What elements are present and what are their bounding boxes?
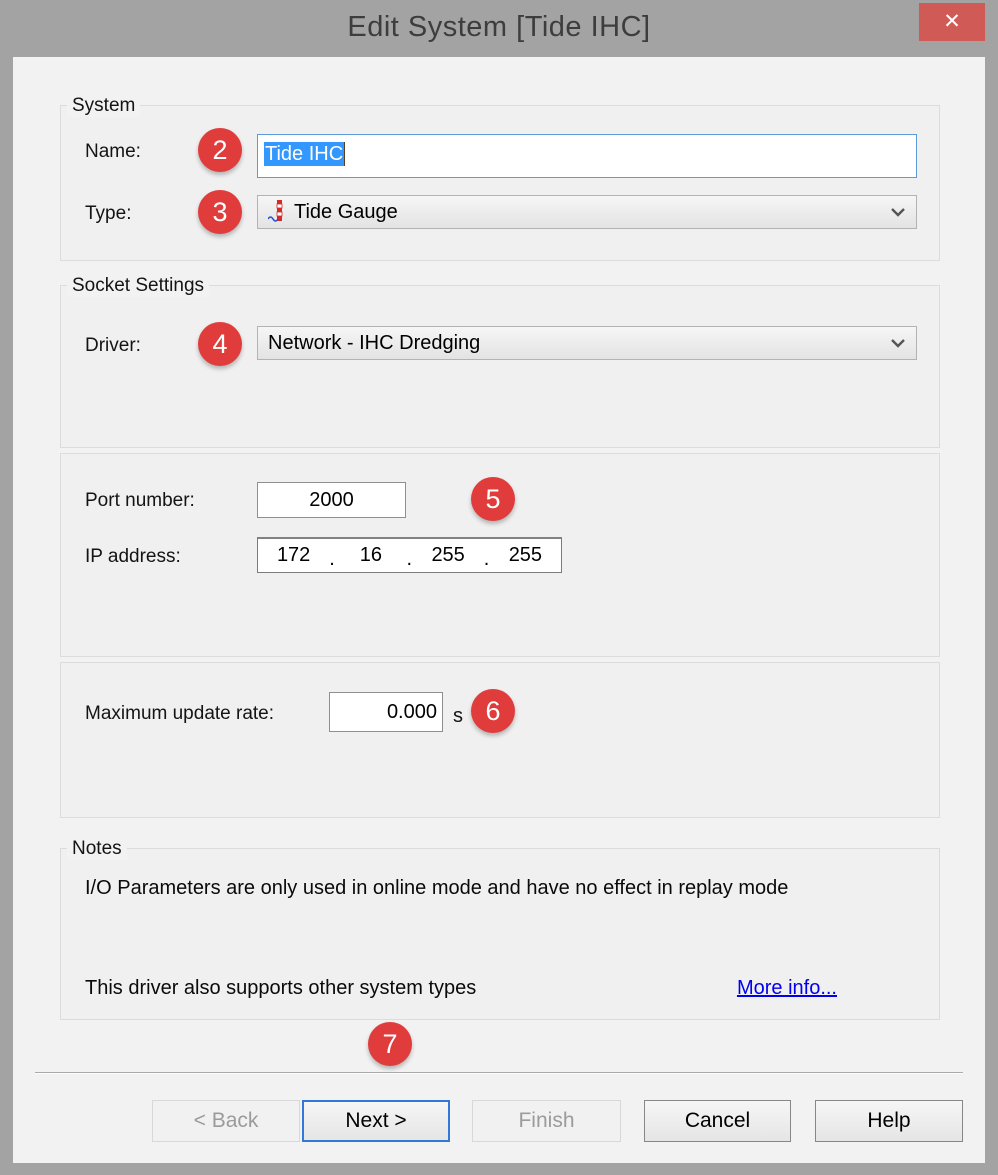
window-title: Edit System [Tide IHC]	[0, 0, 998, 54]
port-settings-panel: Port number: 2000 5 IP address: 172 . 16…	[60, 453, 940, 657]
tide-gauge-icon	[268, 199, 288, 225]
next-button[interactable]: Next >	[302, 1100, 450, 1142]
ip-address-input[interactable]: 172 . 16 . 255 . 255	[257, 537, 562, 573]
annotation-badge-2: 2	[198, 128, 242, 172]
name-input-selected-text: Tide IHC	[264, 142, 345, 166]
port-number-input[interactable]: 2000	[257, 482, 406, 518]
type-label: Type:	[85, 203, 131, 225]
finish-button[interactable]: Finish	[472, 1100, 621, 1142]
socket-settings-group: Socket Settings Driver: 4 Network - IHC …	[60, 285, 940, 448]
max-update-rate-label: Maximum update rate:	[85, 703, 274, 725]
update-rate-panel: Maximum update rate: 0.000 s 6	[60, 662, 940, 818]
name-label: Name:	[85, 141, 141, 163]
dialog-body: System Name: 2 Tide IHC Type: 3 Tide Gau…	[13, 57, 985, 1163]
system-group: System Name: 2 Tide IHC Type: 3 Tide Gau…	[60, 105, 940, 261]
ip-octet-4: 255	[490, 539, 561, 572]
cancel-button[interactable]: Cancel	[644, 1100, 791, 1142]
back-button[interactable]: < Back	[152, 1100, 300, 1142]
rate-unit-label: s	[453, 705, 463, 728]
close-icon[interactable]: ✕	[919, 3, 985, 41]
annotation-badge-3: 3	[198, 190, 242, 234]
type-dropdown-value: Tide Gauge	[294, 201, 890, 224]
port-number-label: Port number:	[85, 490, 195, 512]
help-button[interactable]: Help	[815, 1100, 963, 1142]
annotation-badge-6: 6	[471, 689, 515, 733]
name-input[interactable]: Tide IHC	[257, 134, 917, 178]
button-separator	[35, 1072, 963, 1074]
chevron-down-icon	[890, 207, 906, 217]
type-dropdown[interactable]: Tide Gauge	[257, 195, 917, 229]
more-info-link[interactable]: More info...	[737, 977, 837, 1000]
port-number-value: 2000	[309, 489, 354, 512]
annotation-badge-4: 4	[198, 322, 242, 366]
notes-line-2: This driver also supports other system t…	[85, 977, 476, 1000]
notes-line-1: I/O Parameters are only used in online m…	[85, 877, 788, 900]
ip-octet-2: 16	[335, 539, 406, 572]
notes-group: Notes I/O Parameters are only used in on…	[60, 848, 940, 1020]
notes-group-title: Notes	[67, 838, 127, 860]
max-update-rate-input[interactable]: 0.000	[329, 692, 443, 732]
chevron-down-icon	[890, 338, 906, 348]
driver-dropdown-value: Network - IHC Dredging	[268, 332, 890, 355]
titlebar: Edit System [Tide IHC] ✕	[0, 0, 998, 57]
driver-label: Driver:	[85, 335, 141, 357]
system-group-title: System	[67, 95, 140, 117]
driver-dropdown[interactable]: Network - IHC Dredging	[257, 326, 917, 360]
ip-octet-1: 172	[258, 539, 329, 572]
annotation-badge-5: 5	[471, 477, 515, 521]
annotation-badge-7: 7	[368, 1022, 412, 1066]
max-update-rate-value: 0.000	[387, 701, 437, 724]
ip-octet-3: 255	[413, 539, 484, 572]
ip-address-label: IP address:	[85, 546, 181, 568]
socket-settings-group-title: Socket Settings	[67, 275, 209, 297]
